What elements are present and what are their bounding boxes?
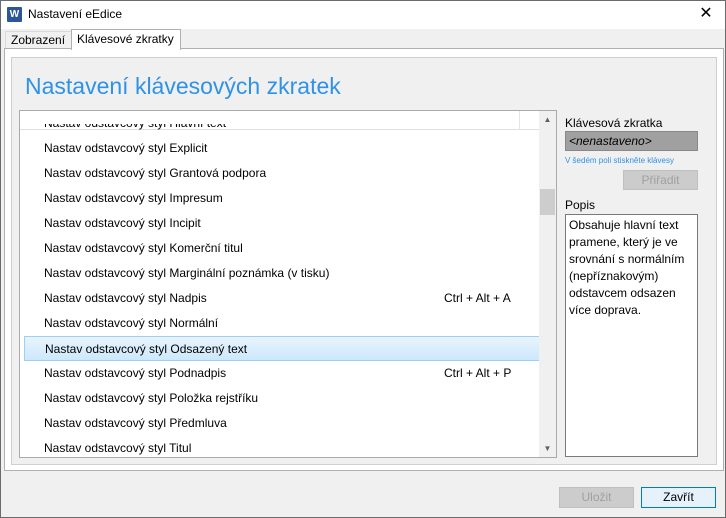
- scroll-up-icon[interactable]: ▲: [539, 111, 556, 128]
- list-item-shortcut: Ctrl + Alt + P: [444, 366, 512, 380]
- list-item-label: Nastav odstavcový styl Odsazený text: [45, 342, 248, 356]
- list-item[interactable]: Nastav odstavcový styl Incipit: [24, 211, 554, 236]
- list-item-label: Nastav odstavcový styl Podnadpis: [44, 366, 227, 380]
- list-item[interactable]: Nastav odstavcový styl Položka rejstříku: [24, 386, 554, 411]
- list-item-label: Nastav odstavcový styl Incipit: [44, 216, 201, 230]
- list-item-label: Nastav odstavcový styl Impresum: [44, 191, 223, 205]
- list-item-label: Nastav odstavcový styl Explicit: [44, 141, 208, 155]
- list-item[interactable]: Nastav odstavcový styl Explicit: [24, 136, 554, 161]
- list-item[interactable]: Nastav odstavcový styl Podnadpis Ctrl + A…: [24, 361, 554, 386]
- tab-klavesove-zkratky[interactable]: Klávesové zkratky: [71, 29, 181, 50]
- shortcut-label: Klávesová zkratka: [565, 116, 663, 130]
- shortcut-hint: V šedém poli stiskněte klávesy: [565, 156, 674, 165]
- list-item-label: Nastav odstavcový styl Nadpis: [44, 291, 207, 305]
- list-item-partial[interactable]: Nastav odstavcový styl Hlavní text: [24, 124, 554, 136]
- list-item-label: Nastav odstavcový styl Titul: [44, 441, 192, 455]
- scroll-down-icon[interactable]: ▼: [539, 440, 556, 457]
- description-label: Popis: [565, 198, 596, 212]
- list-item[interactable]: Nastav odstavcový styl Impresum: [24, 186, 554, 211]
- list-item-label: Nastav odstavcový styl Normální: [44, 316, 219, 330]
- list-item[interactable]: Nastav odstavcový styl Normální: [24, 311, 554, 336]
- list-item-label: Nastav odstavcový styl Hlavní text: [44, 124, 226, 136]
- window-title: Nastavení eEdice: [28, 7, 123, 21]
- assign-button[interactable]: Přiřadit: [623, 170, 698, 190]
- shortcut-input[interactable]: <nenastaveno>: [565, 131, 698, 151]
- scroll-thumb[interactable]: [540, 189, 555, 215]
- vertical-scrollbar[interactable]: ▲ ▼: [539, 111, 556, 457]
- title-bar: W Nastavení eEdice ✕: [1, 1, 725, 29]
- list-item-label: Nastav odstavcový styl Předmluva: [44, 416, 227, 430]
- list-item[interactable]: Nastav odstavcový styl Odsazený text: [24, 336, 554, 361]
- settings-dialog: W Nastavení eEdice ✕ Zobrazení Klávesové…: [0, 0, 726, 518]
- content-area: Nastavení klávesových zkratek Nastav ods…: [11, 57, 717, 465]
- tab-panel: Nastavení klávesových zkratek Nastav ods…: [4, 48, 724, 471]
- save-button[interactable]: Uložit: [559, 487, 634, 508]
- word-app-icon: W: [7, 7, 22, 22]
- close-button[interactable]: Zavřít: [641, 487, 716, 508]
- list-item-label: Nastav odstavcový styl Marginální poznám…: [44, 266, 330, 280]
- page-title: Nastavení klávesových zkratek: [25, 73, 341, 99]
- list-item[interactable]: Nastav odstavcový styl Titul: [24, 436, 554, 457]
- list-rows: Nastav odstavcový styl Hlavní text Nasta…: [24, 124, 554, 457]
- shortcut-list[interactable]: Nastav odstavcový styl Hlavní text Nasta…: [19, 110, 557, 458]
- description-text: Obsahuje hlavní text pramene, který je v…: [565, 214, 698, 457]
- list-item[interactable]: Nastav odstavcový styl Grantová podpora: [24, 161, 554, 186]
- list-item[interactable]: Nastav odstavcový styl Nadpis Ctrl + Alt …: [24, 286, 554, 311]
- list-item[interactable]: Nastav odstavcový styl Předmluva: [24, 411, 554, 436]
- list-item-label: Nastav odstavcový styl Komerční titul: [44, 241, 243, 255]
- list-item[interactable]: Nastav odstavcový styl Marginální poznám…: [24, 261, 554, 286]
- list-item-label: Nastav odstavcový styl Položka rejstříku: [44, 391, 259, 405]
- list-item[interactable]: Nastav odstavcový styl Komerční titul: [24, 236, 554, 261]
- list-item-shortcut: Ctrl + Alt + A: [444, 291, 511, 305]
- list-item-label: Nastav odstavcový styl Grantová podpora: [44, 166, 267, 180]
- close-window-button[interactable]: ✕: [689, 1, 723, 29]
